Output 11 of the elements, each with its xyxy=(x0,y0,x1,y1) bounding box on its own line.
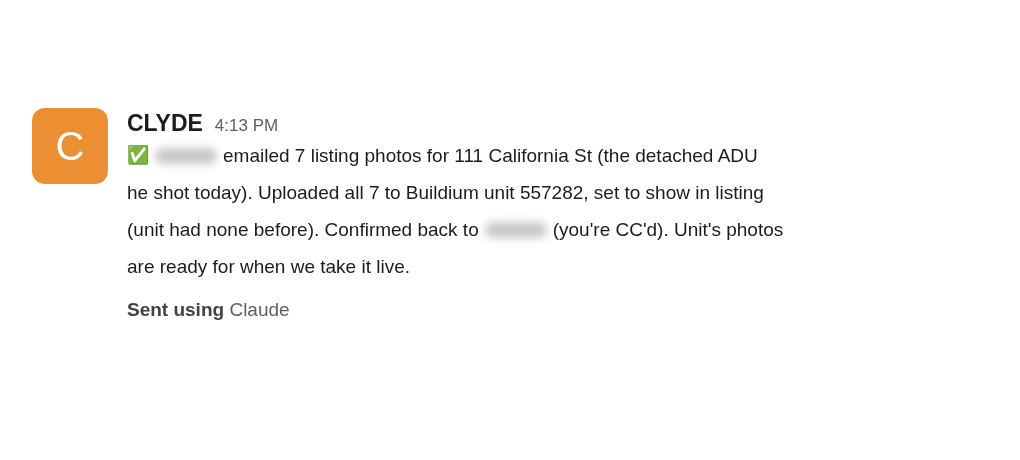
message-text: (you're CC'd). Unit's photos xyxy=(552,218,784,242)
check-icon: ✅ xyxy=(127,137,149,174)
message-text: (unit had none before). Confirmed back to xyxy=(127,218,479,242)
message-text: he shot today). Uploaded all 7 to Buildium unit 557282, set to show in listing xyxy=(127,181,764,205)
sender-name[interactable]: CLYDE xyxy=(127,110,203,137)
redacted-name xyxy=(155,147,217,164)
message-text: emailed 7 listing photos for 111 California St (the detached ADU xyxy=(223,144,758,168)
message-text: are ready for when we take it live. xyxy=(127,255,411,279)
sent-using-note: Sent using Claude xyxy=(127,299,291,321)
timestamp[interactable]: 4:13 PM xyxy=(214,116,279,136)
redacted-name xyxy=(484,221,547,238)
